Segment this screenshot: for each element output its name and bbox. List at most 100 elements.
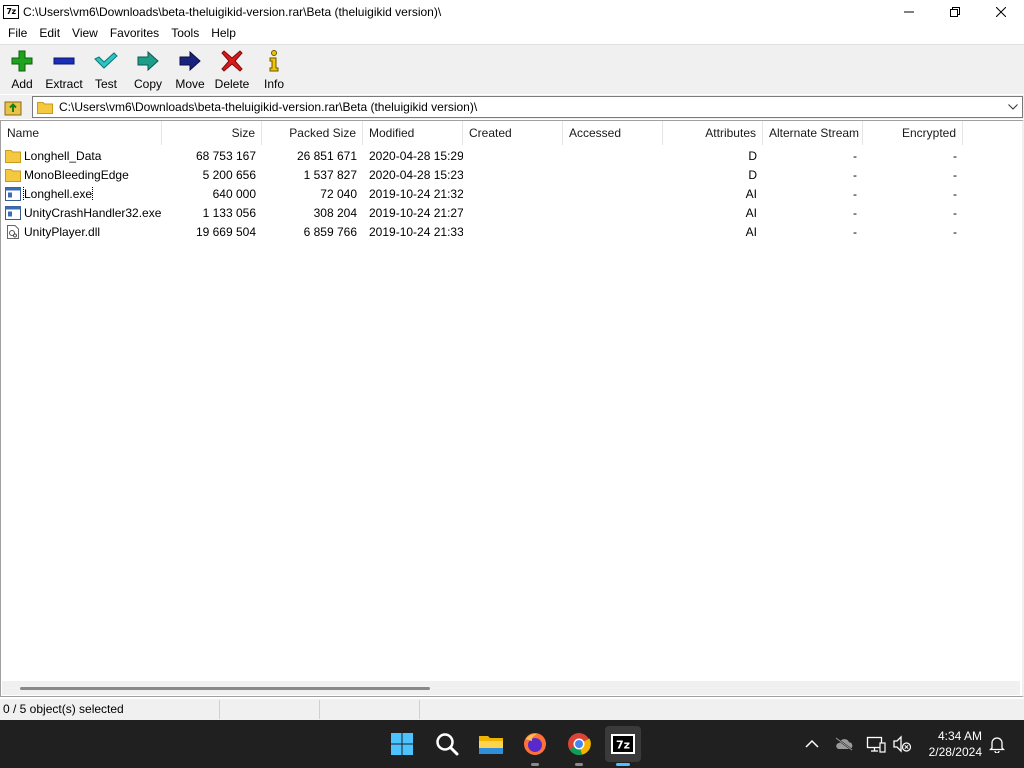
file-row[interactable]: UnityPlayer.dll 19 669 504 6 859 766 201… — [1, 222, 1021, 241]
file-size: 5 200 656 — [202, 167, 256, 182]
name-cell: Longhell_Data — [1, 149, 162, 163]
file-list[interactable]: Name Size Packed Size Modified Created A… — [0, 120, 1024, 697]
name-cell: Longhell.exe — [1, 186, 162, 201]
file-alternate-stream: - — [853, 167, 857, 182]
address-dropdown-button[interactable] — [1006, 100, 1020, 114]
active-indicator — [616, 763, 630, 766]
exe-icon — [5, 186, 21, 201]
restore-button[interactable] — [932, 0, 978, 23]
column-header-size[interactable]: Size — [162, 121, 262, 145]
file-modified: 2020-04-28 15:29 — [369, 148, 463, 163]
toolbar: Add Extract Test Copy Move Delete Info — [0, 44, 1024, 94]
plus-icon — [10, 49, 34, 73]
close-button[interactable] — [978, 0, 1024, 23]
file-encrypted: - — [953, 148, 957, 163]
network-tray-button[interactable] — [866, 734, 886, 754]
column-header-encrypted[interactable]: Encrypted — [863, 121, 963, 145]
window-controls — [886, 0, 1024, 23]
add-button[interactable]: Add — [1, 45, 43, 93]
file-modified: 2019-10-24 21:27 — [369, 205, 463, 220]
column-header-name[interactable]: Name — [1, 121, 162, 145]
file-encrypted: - — [953, 167, 957, 182]
minimize-button[interactable] — [886, 0, 932, 23]
menu-edit[interactable]: Edit — [33, 23, 66, 43]
window-title: C:\Users\vm6\Downloads\beta-theluigikid-… — [23, 4, 442, 19]
file-packed-size: 6 859 766 — [303, 224, 357, 239]
firefox-taskbar-button[interactable] — [517, 726, 553, 766]
restore-icon — [950, 6, 960, 17]
status-segment-packed — [320, 700, 420, 719]
taskbar: 7z 4:34 AM 2/28/2024 — [0, 720, 1024, 768]
delete-button[interactable]: Delete — [211, 45, 253, 93]
file-packed-size: 1 537 827 — [303, 167, 357, 182]
volume-tray-button[interactable] — [892, 734, 912, 754]
scrollbar-thumb[interactable] — [20, 687, 430, 690]
notifications-button[interactable] — [987, 734, 1007, 754]
7zip-taskbar-button[interactable]: 7z — [605, 726, 641, 766]
menu-view[interactable]: View — [66, 23, 104, 43]
extract-button[interactable]: Extract — [43, 45, 85, 93]
checkmark-icon — [94, 49, 118, 73]
name-cell: UnityPlayer.dll — [1, 224, 162, 239]
clock-date: 2/28/2024 — [928, 745, 982, 759]
minimize-icon — [904, 11, 914, 12]
column-header-attributes[interactable]: Attributes — [663, 121, 763, 145]
test-label: Test — [94, 77, 117, 91]
file-alternate-stream: - — [853, 186, 857, 201]
delete-x-icon — [220, 49, 244, 73]
start-button[interactable] — [384, 726, 420, 762]
column-header-created[interactable]: Created — [463, 121, 563, 145]
chevron-up-icon — [805, 739, 819, 748]
7zip-icon: 7z — [611, 734, 635, 754]
file-attributes: D — [748, 167, 757, 182]
file-row[interactable]: Longhell.exe 640 000 72 040 2019-10-24 2… — [1, 184, 1021, 203]
menu-help[interactable]: Help — [205, 23, 242, 43]
7zip-app-icon[interactable]: 7z — [3, 4, 19, 19]
address-row: C:\Users\vm6\Downloads\beta-theluigikid-… — [0, 95, 1024, 119]
cloud-offline-icon — [835, 737, 853, 751]
column-header-alternate-stream[interactable]: Alternate Stream — [763, 121, 863, 145]
running-indicator — [575, 763, 583, 766]
file-name: UnityPlayer.dll — [24, 224, 101, 239]
file-attributes: AI — [745, 224, 757, 239]
name-cell: MonoBleedingEdge — [1, 168, 162, 182]
column-header-packed-size[interactable]: Packed Size — [262, 121, 363, 145]
file-row[interactable]: Longhell_Data 68 753 167 26 851 671 2020… — [1, 146, 1021, 165]
up-folder-button[interactable] — [2, 96, 24, 118]
search-button[interactable] — [429, 726, 465, 762]
info-button[interactable]: Info — [253, 45, 295, 93]
onedrive-tray-button[interactable] — [834, 734, 854, 754]
file-modified: 2020-04-28 15:23 — [369, 167, 463, 182]
column-header-accessed[interactable]: Accessed — [563, 121, 663, 145]
move-arrow-icon — [178, 49, 202, 73]
menu-file[interactable]: File — [2, 23, 33, 43]
chrome-taskbar-button[interactable] — [561, 726, 597, 766]
file-attributes: AI — [745, 205, 757, 220]
address-bar[interactable]: C:\Users\vm6\Downloads\beta-theluigikid-… — [32, 96, 1023, 118]
clock[interactable]: 4:34 AM 2/28/2024 — [912, 728, 982, 760]
folder-icon — [5, 168, 21, 182]
file-explorer-taskbar-button[interactable] — [473, 726, 509, 762]
copy-button[interactable]: Copy — [127, 45, 169, 93]
network-icon — [866, 736, 886, 753]
file-encrypted: - — [953, 224, 957, 239]
file-modified: 2019-10-24 21:33 — [369, 224, 463, 239]
file-row[interactable]: UnityCrashHandler32.exe 1 133 056 308 20… — [1, 203, 1021, 222]
move-button[interactable]: Move — [169, 45, 211, 93]
column-header-modified[interactable]: Modified — [363, 121, 463, 145]
menu-tools[interactable]: Tools — [165, 23, 205, 43]
horizontal-scrollbar[interactable] — [2, 681, 1020, 695]
up-folder-icon — [4, 101, 22, 116]
windows-start-icon — [391, 733, 413, 755]
file-packed-size: 308 204 — [313, 205, 357, 220]
menu-favorites[interactable]: Favorites — [104, 23, 165, 43]
running-indicator — [531, 763, 539, 766]
file-packed-size: 26 851 671 — [296, 148, 357, 163]
file-name: UnityCrashHandler32.exe — [24, 205, 162, 220]
test-button[interactable]: Test — [85, 45, 127, 93]
show-hidden-icons-button[interactable] — [802, 734, 822, 754]
menu-bar: File Edit View Favorites Tools Help — [0, 23, 1024, 43]
copy-arrow-icon — [136, 49, 160, 73]
svg-text:7z: 7z — [616, 739, 630, 752]
file-row[interactable]: MonoBleedingEdge 5 200 656 1 537 827 202… — [1, 165, 1021, 184]
